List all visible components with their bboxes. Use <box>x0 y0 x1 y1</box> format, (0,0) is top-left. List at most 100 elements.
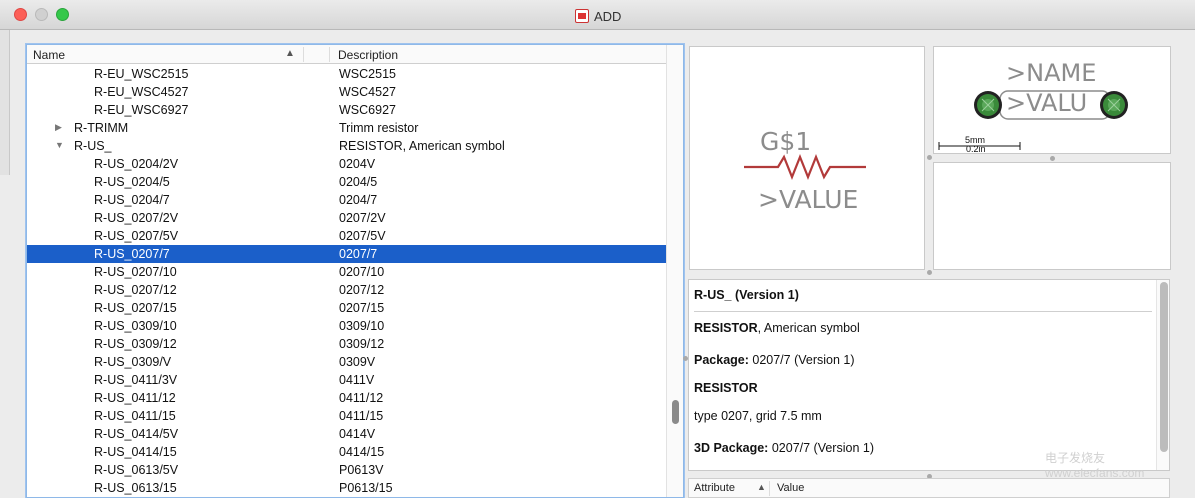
tree-row-description: 0411V <box>339 373 375 387</box>
tree-row[interactable]: R-EU_WSC6927 WSC6927 <box>27 101 666 119</box>
tree-scrollbar[interactable] <box>666 45 683 497</box>
tree-scroll-thumb[interactable] <box>672 400 679 424</box>
disclosure-expanded-icon[interactable]: ▼ <box>55 140 65 150</box>
tree-row[interactable]: R-US_0207/10 0207/10 <box>27 263 666 281</box>
tree-row-description: 0207/15 <box>339 301 385 315</box>
info-detail: type 0207, grid 7.5 mm <box>694 409 822 423</box>
scale-in-label: 0.2in <box>966 144 986 154</box>
symbol-value-label: >VALUE <box>758 185 859 214</box>
tree-row-name: R-US_0207/15 <box>94 301 177 315</box>
sort-ascending-icon[interactable]: ▲ <box>757 482 766 492</box>
tree-row-description: 0204/5 <box>339 175 378 189</box>
tree-row[interactable]: R-US_0207/15 0207/15 <box>27 299 666 317</box>
splitter-handle[interactable] <box>927 155 932 160</box>
tree-row[interactable]: R-US_0204/5 0204/5 <box>27 173 666 191</box>
tree-row-description: P0613V <box>339 463 384 477</box>
tree-row-name: R-US_0414/15 <box>94 445 177 459</box>
tree-row[interactable]: R-US_0204/2V 0204V <box>27 155 666 173</box>
tree-row-description: 0411/12 <box>339 391 384 405</box>
sort-ascending-icon[interactable]: ▲ <box>285 48 295 59</box>
tree-row-description: 0207/2V <box>339 211 386 225</box>
tree-row-name: R-US_0204/2V <box>94 157 179 171</box>
tree-row[interactable]: R-US_0207/2V 0207/2V <box>27 209 666 227</box>
attribute-table-header: Attribute ▲ Value <box>688 478 1170 498</box>
info-description: RESISTOR, American symbol <box>694 321 860 335</box>
tree-row[interactable]: R-US_0414/15 0414/15 <box>27 443 666 461</box>
tree-row-name: R-US_0207/7 <box>94 247 170 261</box>
column-value-header[interactable]: Value <box>777 482 804 494</box>
add-dialog: ADD Name ▲ Description R-EU_WSC2515 WSC25… <box>0 0 1195 498</box>
tree-row[interactable]: R-US_0309/12 0309/12 <box>27 335 666 353</box>
tree-row[interactable]: R-US_0411/3V 0411V <box>27 371 666 389</box>
tree-row[interactable]: R-US_0411/15 0411/15 <box>27 407 666 425</box>
tree-row-name: R-US_0613/5V <box>94 463 179 477</box>
tree-row-name: R-US_0207/2V <box>94 211 179 225</box>
tree-row-description: WSC6927 <box>339 103 396 117</box>
tree-rows: R-EU_WSC2515 WSC2515 R-EU_WSC4527 WSC4527 R-… <box>27 65 666 497</box>
tree-row-name: R-US_0309/12 <box>94 337 177 351</box>
package-preview[interactable]: >NAME >VALU 5mm 0.2in <box>933 46 1171 154</box>
tree-row-name: R-EU_WSC2515 <box>94 67 189 81</box>
splitter-handle[interactable] <box>927 270 932 275</box>
tree-row-description: 0309V <box>339 355 376 369</box>
library-tree[interactable]: Name ▲ Description R-EU_WSC2515 WSC2515 R-… <box>26 44 684 498</box>
tree-header: Name ▲ Description <box>27 45 667 64</box>
close-button[interactable] <box>14 8 27 21</box>
tree-row[interactable]: R-US_0613/5V P0613V <box>27 461 666 479</box>
window-title-text: ADD <box>594 8 622 24</box>
tree-row-description: 0414/15 <box>339 445 385 459</box>
tree-row[interactable]: R-US_0309/10 0309/10 <box>27 317 666 335</box>
description-scroll-thumb[interactable] <box>1160 282 1168 452</box>
watermark: 电子发烧友 www.elecfans.com <box>1045 451 1145 480</box>
title-bar: ADD <box>0 0 1195 30</box>
tree-row[interactable]: R-US_0309/V 0309V <box>27 353 666 371</box>
tree-row-description: 0204/7 <box>339 193 378 207</box>
column-description-header[interactable]: Description <box>338 48 398 62</box>
tree-row-name: R-US_0414/5V <box>94 427 179 441</box>
minimize-button[interactable] <box>35 8 48 21</box>
column-divider[interactable] <box>329 47 330 62</box>
tree-row[interactable]: R-EU_WSC4527 WSC4527 <box>27 83 666 101</box>
symbol-preview[interactable]: G$1 >VALUE <box>689 46 925 270</box>
resistor-symbol-icon <box>744 154 866 180</box>
tree-row-name: R-US_0207/10 <box>94 265 177 279</box>
tree-row[interactable]: R-US_0411/12 0411/12 <box>27 389 666 407</box>
tree-row[interactable]: ▶ R-TRIMM Trimm resistor <box>27 119 666 137</box>
column-name-header[interactable]: Name <box>33 48 65 62</box>
column-attribute-header[interactable]: Attribute <box>694 482 735 494</box>
package-value-label: >VALU <box>1006 89 1088 117</box>
tree-row[interactable]: R-EU_WSC2515 WSC2515 <box>27 65 666 83</box>
tree-row[interactable]: R-US_0204/7 0204/7 <box>27 191 666 209</box>
tree-row-description: P0613/15 <box>339 481 393 495</box>
column-divider[interactable] <box>769 481 770 496</box>
tree-row[interactable]: R-US_0207/7 0207/7 <box>27 245 666 263</box>
tree-row-description: 0207/7 <box>339 247 378 261</box>
tree-row[interactable]: R-US_0414/5V 0414V <box>27 425 666 443</box>
tree-row-name: R-US_0411/3V <box>94 373 178 387</box>
tree-row[interactable]: R-US_0207/12 0207/12 <box>27 281 666 299</box>
eagle-app-icon <box>575 9 589 23</box>
tree-row-name: R-US_0207/5V <box>94 229 179 243</box>
column-divider[interactable] <box>303 47 304 62</box>
tree-row-name: R-EU_WSC4527 <box>94 85 189 99</box>
tree-row-name: R-US_ <box>74 139 112 153</box>
tree-row[interactable]: R-US_0613/15 P0613/15 <box>27 479 666 497</box>
tree-row-name: R-EU_WSC6927 <box>94 103 189 117</box>
info-3d-package: 3D Package: 0207/7 (Version 1) <box>694 441 874 455</box>
tree-row[interactable]: R-US_0207/5V 0207/5V <box>27 227 666 245</box>
info-section-heading: RESISTOR <box>694 381 758 395</box>
disclosure-collapsed-icon[interactable]: ▶ <box>55 122 65 133</box>
tree-row-description: 0411/15 <box>339 409 384 423</box>
description-scrollbar[interactable] <box>1156 280 1169 470</box>
tree-row-description: WSC4527 <box>339 85 396 99</box>
window-title: ADD <box>575 7 621 25</box>
3d-preview[interactable] <box>933 162 1171 270</box>
description-panel[interactable]: R-US_ (Version 1) RESISTOR, American sym… <box>688 279 1170 471</box>
tree-row-name: R-US_0309/10 <box>94 319 177 333</box>
tree-row-description: 0414V <box>339 427 376 441</box>
tree-row[interactable]: ▼ R-US_ RESISTOR, American symbol <box>27 137 666 155</box>
tree-row-description: 0207/10 <box>339 265 385 279</box>
splitter-handle[interactable] <box>1050 156 1055 161</box>
zoom-button[interactable] <box>56 8 69 21</box>
tree-row-name: R-TRIMM <box>74 121 129 135</box>
